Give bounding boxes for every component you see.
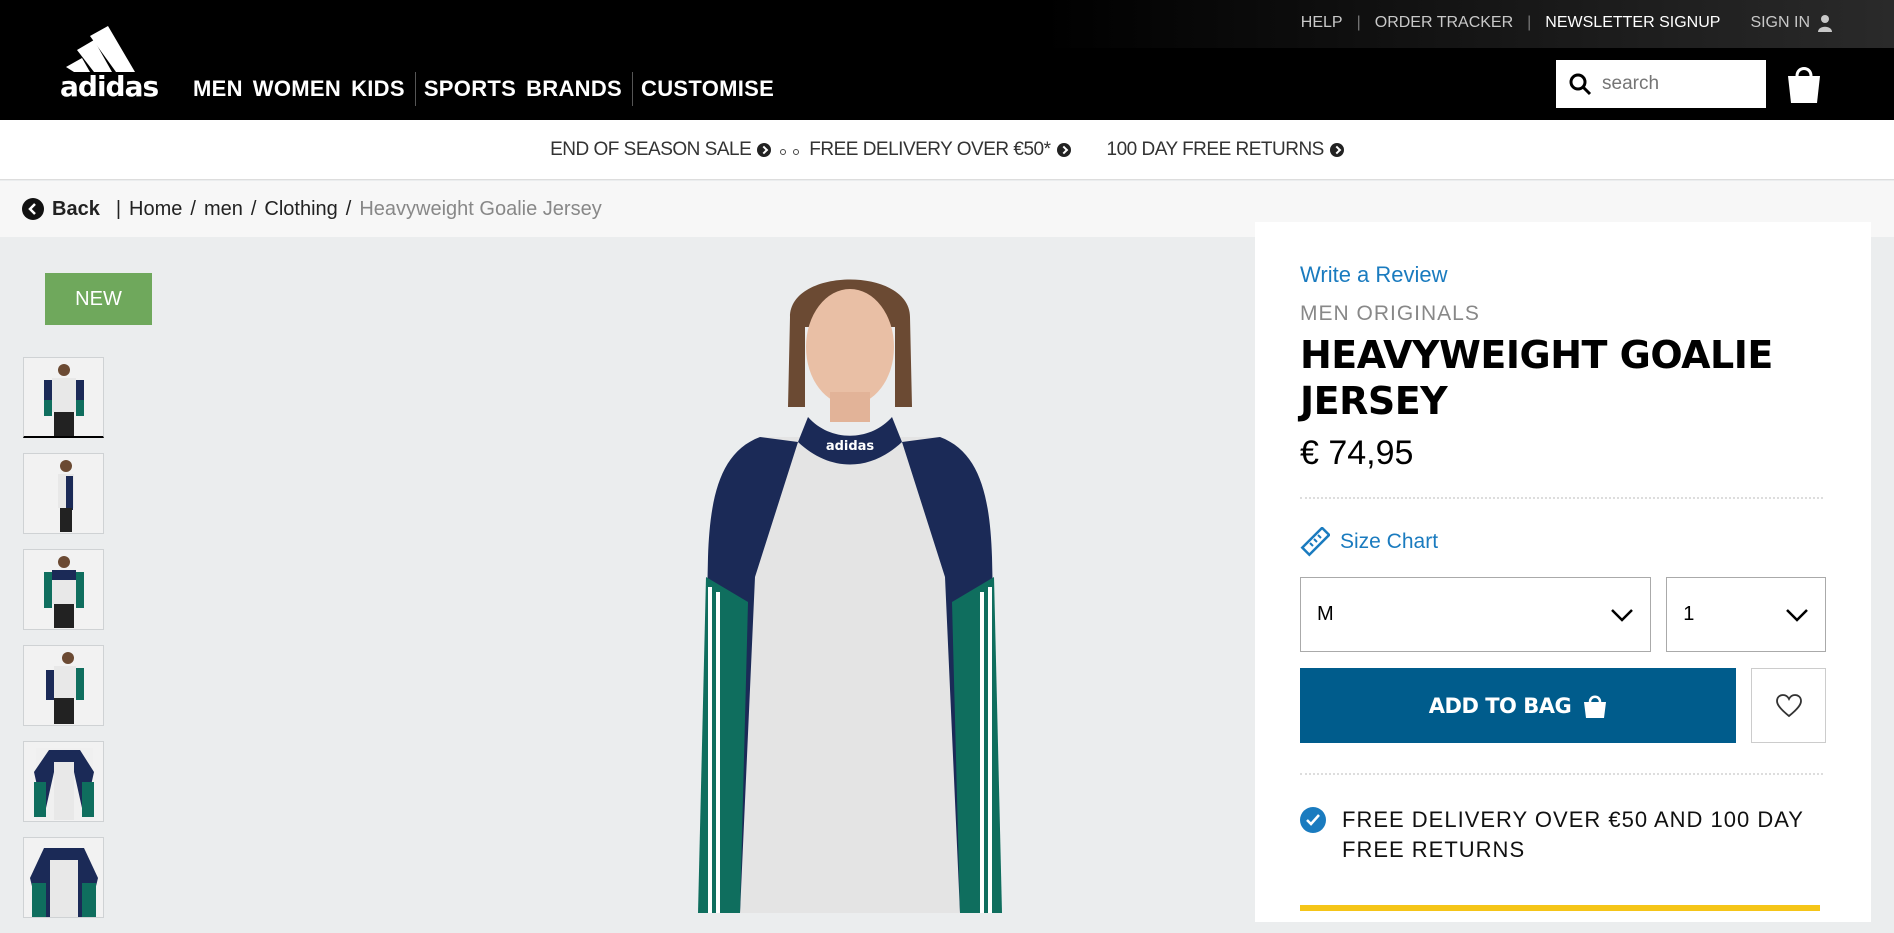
adidas-logo[interactable]: adidas [60, 26, 165, 103]
nav-sports[interactable]: SPORTS [424, 76, 516, 102]
shopping-bag-button[interactable] [1786, 62, 1822, 109]
delivery-line1: FREE DELIVERY OVER €50 AND 100 DAY [1342, 807, 1804, 832]
breadcrumb-men[interactable]: men [204, 198, 243, 221]
product-title-line2: JERSEY [1300, 379, 1448, 423]
nav-divider [632, 72, 634, 106]
nav-women[interactable]: WOMEN [253, 76, 341, 102]
delivery-info: FREE DELIVERY OVER €50 AND 100 DAY FREE … [1300, 805, 1826, 865]
back-arrow-icon [22, 198, 44, 220]
search-input[interactable] [1602, 73, 1752, 95]
thumbnail-list [23, 357, 104, 933]
svg-text:adidas: adidas [826, 439, 875, 454]
size-select[interactable]: M [1300, 577, 1652, 652]
main-nav: MEN WOMEN KIDS SPORTS BRANDS CUSTOMISE [193, 72, 784, 106]
search-icon [1569, 73, 1592, 96]
breadcrumb-separator: / [345, 197, 352, 220]
chevron-down-icon [1611, 608, 1634, 622]
product-price: € 74,95 [1300, 434, 1414, 472]
promo-delivery-label: FREE DELIVERY OVER €50* [809, 138, 1051, 160]
divider [1300, 773, 1823, 775]
product-thumbnail[interactable] [23, 837, 104, 918]
delivery-line2: FREE RETURNS [1342, 837, 1526, 862]
write-review-link[interactable]: Write a Review [1300, 262, 1826, 288]
action-row: ADD TO BAG [1300, 668, 1826, 743]
product-main-image: adidas [640, 257, 1060, 918]
divider [1300, 497, 1823, 499]
promo-sale-label: END OF SEASON SALE [550, 138, 752, 160]
nav-divider [414, 72, 416, 106]
product-category: MEN ORIGINALS [1300, 302, 1480, 325]
shopping-bag-icon [1584, 695, 1607, 718]
delivery-truck-icon [779, 139, 802, 161]
breadcrumb-clothing[interactable]: Clothing [264, 198, 337, 221]
sign-in-link[interactable]: SIGN IN [1750, 14, 1832, 32]
arrow-right-icon [757, 142, 772, 157]
promo-sale[interactable]: END OF SEASON SALE [550, 138, 772, 161]
product-thumbnail[interactable] [23, 645, 104, 726]
size-chart-label: Size Chart [1340, 530, 1439, 553]
utility-separator: | [1527, 14, 1532, 31]
returns-icon [1079, 136, 1099, 163]
product-thumbnail[interactable] [23, 549, 104, 630]
checkmark-icon [1300, 807, 1326, 833]
product-info-panel: Write a Review MEN ORIGINALS HEAVYWEIGHT… [1255, 222, 1871, 922]
logo-text: adidas [60, 70, 159, 103]
add-to-bag-button[interactable]: ADD TO BAG [1300, 668, 1736, 743]
wishlist-button[interactable] [1751, 668, 1826, 743]
nav-brands[interactable]: BRANDS [526, 76, 622, 102]
utility-separator: | [1356, 14, 1361, 31]
back-link[interactable]: Back [22, 198, 100, 221]
adidas-stripes-icon [66, 26, 135, 72]
ruler-icon [1300, 527, 1330, 557]
add-to-bag-label: ADD TO BAG [1428, 693, 1572, 718]
quantity-select[interactable]: 1 [1666, 577, 1826, 652]
promo-returns-label: 100 DAY FREE RETURNS [1106, 138, 1325, 160]
breadcrumb-separator: / [250, 197, 257, 220]
quantity-select-value: 1 [1683, 603, 1695, 625]
promo-bar: END OF SEASON SALE FREE DELIVERY OVER €5… [0, 120, 1894, 180]
promo-banner-edge [1300, 905, 1820, 911]
order-tracker-link[interactable]: ORDER TRACKER [1375, 14, 1513, 32]
arrow-right-icon [1329, 142, 1344, 157]
delivery-text: FREE DELIVERY OVER €50 AND 100 DAY FREE … [1342, 805, 1804, 865]
product-gallery: NEW adidas [0, 237, 1255, 918]
user-icon [1818, 15, 1832, 32]
nav-customise[interactable]: CUSTOMISE [641, 76, 774, 102]
product-thumbnail[interactable] [23, 357, 104, 438]
breadcrumb-current: Heavyweight Goalie Jersey [359, 197, 602, 220]
arrow-right-icon [1056, 142, 1071, 157]
promo-delivery[interactable]: FREE DELIVERY OVER €50* [809, 138, 1071, 161]
back-label: Back [52, 197, 100, 220]
promo-returns[interactable]: 100 DAY FREE RETURNS [1107, 139, 1344, 161]
breadcrumb-separator: / [190, 197, 196, 220]
nav-men[interactable]: MEN [193, 76, 243, 102]
shopping-bag-icon [1788, 67, 1820, 103]
heart-icon [1775, 693, 1802, 717]
site-header: HELP | ORDER TRACKER | NEWSLETTER SIGNUP… [0, 0, 1894, 120]
product-title-line1: HEAVYWEIGHT GOALIE [1300, 333, 1773, 377]
sign-in-label: SIGN IN [1750, 14, 1810, 31]
size-select-value: M [1317, 603, 1334, 625]
newsletter-signup-link[interactable]: NEWSLETTER SIGNUP [1545, 14, 1720, 32]
selection-row: M 1 [1300, 577, 1826, 652]
utility-links: HELP | ORDER TRACKER | NEWSLETTER SIGNUP… [1301, 14, 1832, 32]
utility-bar: HELP | ORDER TRACKER | NEWSLETTER SIGNUP… [0, 0, 1894, 48]
chevron-down-icon [1786, 608, 1808, 622]
product-title: HEAVYWEIGHT GOALIE JERSEY [1300, 332, 1826, 424]
new-badge: NEW [45, 273, 152, 325]
search-box[interactable] [1556, 60, 1766, 108]
breadcrumb-separator: | [115, 197, 122, 220]
product-thumbnail[interactable] [23, 741, 104, 822]
size-chart-link[interactable]: Size Chart [1300, 527, 1826, 557]
breadcrumb-home[interactable]: Home [129, 198, 182, 221]
product-thumbnail[interactable] [23, 453, 104, 534]
nav-kids[interactable]: KIDS [351, 76, 405, 102]
help-link[interactable]: HELP [1301, 14, 1343, 32]
